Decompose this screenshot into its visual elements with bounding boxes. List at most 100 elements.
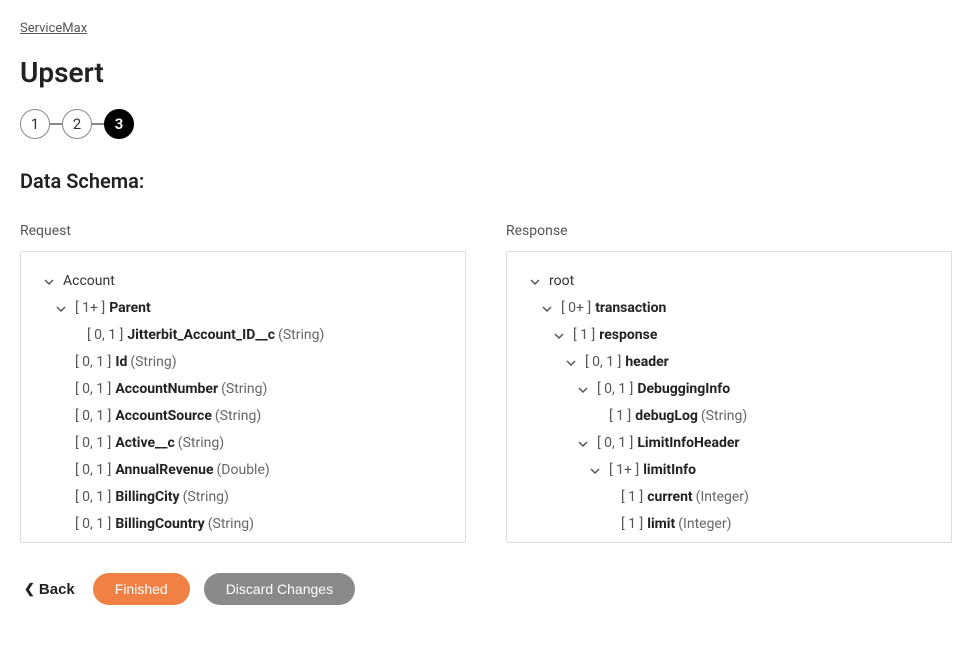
response-node[interactable]: [ 1+ ] limitInfo — [527, 457, 931, 484]
response-node[interactable]: [ 0, 1 ] DebuggingInfo — [527, 376, 931, 403]
cardinality: [ 0, 1 ] — [75, 379, 111, 400]
chevron-down-icon[interactable] — [53, 301, 69, 317]
field-name: AccountSource — [115, 406, 212, 427]
request-node[interactable]: [ 0, 1 ] AccountNumber (String) — [41, 376, 445, 403]
request-node[interactable]: [ 0, 1 ] BillingCountry (String) — [41, 511, 445, 538]
response-node[interactable]: [ 0+ ] transaction — [527, 295, 931, 322]
response-node[interactable]: root — [527, 268, 931, 295]
request-node[interactable]: [ 0, 1 ] BillingCity (String) — [41, 484, 445, 511]
request-node[interactable]: [ 0, 1 ] Id (String) — [41, 349, 445, 376]
field-name: Jitterbit_Account_ID__c — [127, 325, 275, 346]
field-type: (String) — [178, 433, 224, 454]
field-name: header — [625, 352, 668, 373]
cardinality: [ 0, 1 ] — [75, 433, 111, 454]
field-name: current — [647, 487, 692, 508]
request-node[interactable]: [ 0, 1 ] AccountSource (String) — [41, 403, 445, 430]
field-name: Account — [63, 271, 115, 292]
field-type: (Double) — [217, 460, 270, 481]
field-name: debugLog — [635, 406, 698, 427]
request-schema-box: Account[ 1+ ] Parent[ 0, 1 ] Jitterbit_A… — [20, 251, 466, 543]
response-node[interactable]: [ 0, 1 ] LimitInfoHeader — [527, 430, 931, 457]
stepper: 123 — [20, 109, 952, 139]
field-name: limit — [647, 514, 675, 535]
section-title: Data Schema: — [20, 169, 952, 193]
field-name: DebuggingInfo — [637, 379, 730, 400]
chevron-down-icon[interactable] — [587, 463, 603, 479]
field-type: (Integer) — [696, 487, 749, 508]
back-button[interactable]: ❮ Back — [20, 575, 79, 604]
cardinality: [ 0, 1 ] — [597, 379, 633, 400]
chevron-down-icon[interactable] — [563, 355, 579, 371]
chevron-down-icon[interactable] — [551, 328, 567, 344]
chevron-down-icon[interactable] — [575, 436, 591, 452]
cardinality: [ 0, 1 ] — [75, 460, 111, 481]
request-node[interactable]: [ 0, 1 ] AnnualRevenue (Double) — [41, 457, 445, 484]
chevron-left-icon: ❮ — [24, 581, 35, 597]
field-type: (String) — [221, 379, 267, 400]
page-title: Upsert — [20, 56, 952, 89]
chevron-down-icon[interactable] — [41, 274, 57, 290]
field-type: (Integer) — [678, 514, 731, 535]
cardinality: [ 0, 1 ] — [75, 352, 111, 373]
response-header: Response — [506, 223, 952, 239]
cardinality: [ 0, 1 ] — [597, 433, 633, 454]
step-1[interactable]: 1 — [20, 109, 50, 139]
cardinality: [ 0, 1 ] — [75, 406, 111, 427]
back-label: Back — [39, 581, 75, 598]
cardinality: [ 0, 1 ] — [75, 541, 111, 543]
cardinality: [ 0+ ] — [561, 298, 591, 319]
field-type: (String) — [701, 406, 747, 427]
field-type: (String) — [272, 541, 318, 543]
field-type: (String) — [677, 541, 723, 543]
response-node[interactable]: [ 1 ] current (Integer) — [527, 484, 931, 511]
field-name: Parent — [109, 298, 151, 319]
field-name: AnnualRevenue — [115, 460, 213, 481]
request-node[interactable]: [ 1+ ] Parent — [41, 295, 445, 322]
field-type: (String) — [130, 352, 176, 373]
field-name: BillingCity — [115, 487, 179, 508]
request-node[interactable]: [ 0, 1 ] Active__c (String) — [41, 430, 445, 457]
cardinality: [ 1 ] — [621, 541, 643, 543]
step-2[interactable]: 2 — [62, 109, 92, 139]
field-name: LimitInfoHeader — [637, 433, 739, 454]
field-type: (String) — [208, 514, 254, 535]
cardinality: [ 1 ] — [609, 406, 631, 427]
field-name: BillingGeocodeAccuracy — [115, 541, 269, 543]
response-node[interactable]: [ 1 ] response — [527, 322, 931, 349]
request-node[interactable]: [ 0, 1 ] BillingGeocodeAccuracy (String) — [41, 538, 445, 543]
response-node[interactable]: [ 1 ] debugLog (String) — [527, 403, 931, 430]
breadcrumb[interactable]: ServiceMax — [20, 21, 87, 36]
field-name: type — [647, 541, 674, 543]
cardinality: [ 1+ ] — [609, 460, 639, 481]
discard-button[interactable]: Discard Changes — [204, 573, 355, 605]
response-node[interactable]: [ 1 ] limit (Integer) — [527, 511, 931, 538]
chevron-down-icon[interactable] — [527, 274, 543, 290]
chevron-down-icon[interactable] — [539, 301, 555, 317]
cardinality: [ 1 ] — [621, 514, 643, 535]
field-name: limitInfo — [643, 460, 696, 481]
request-node[interactable]: Account — [41, 268, 445, 295]
field-name: response — [599, 325, 657, 346]
cardinality: [ 0, 1 ] — [75, 514, 111, 535]
cardinality: [ 1 ] — [621, 487, 643, 508]
cardinality: [ 1 ] — [573, 325, 595, 346]
finished-button[interactable]: Finished — [93, 573, 190, 605]
field-name: BillingCountry — [115, 514, 204, 535]
request-header: Request — [20, 223, 466, 239]
field-type: (String) — [215, 406, 261, 427]
field-type: (String) — [278, 325, 324, 346]
field-name: Id — [115, 352, 127, 373]
request-node[interactable]: [ 0, 1 ] Jitterbit_Account_ID__c (String… — [41, 322, 445, 349]
step-3[interactable]: 3 — [104, 109, 134, 139]
field-name: transaction — [595, 298, 666, 319]
response-node[interactable]: [ 0, 1 ] header — [527, 349, 931, 376]
field-name: root — [549, 271, 574, 292]
cardinality: [ 0, 1 ] — [585, 352, 621, 373]
response-node[interactable]: [ 1 ] type (String) — [527, 538, 931, 543]
cardinality: [ 1+ ] — [75, 298, 105, 319]
response-schema-box: root[ 0+ ] transaction[ 1 ] response[ 0,… — [506, 251, 952, 543]
field-name: AccountNumber — [115, 379, 218, 400]
cardinality: [ 0, 1 ] — [87, 325, 123, 346]
chevron-down-icon[interactable] — [575, 382, 591, 398]
step-connector — [92, 123, 104, 125]
